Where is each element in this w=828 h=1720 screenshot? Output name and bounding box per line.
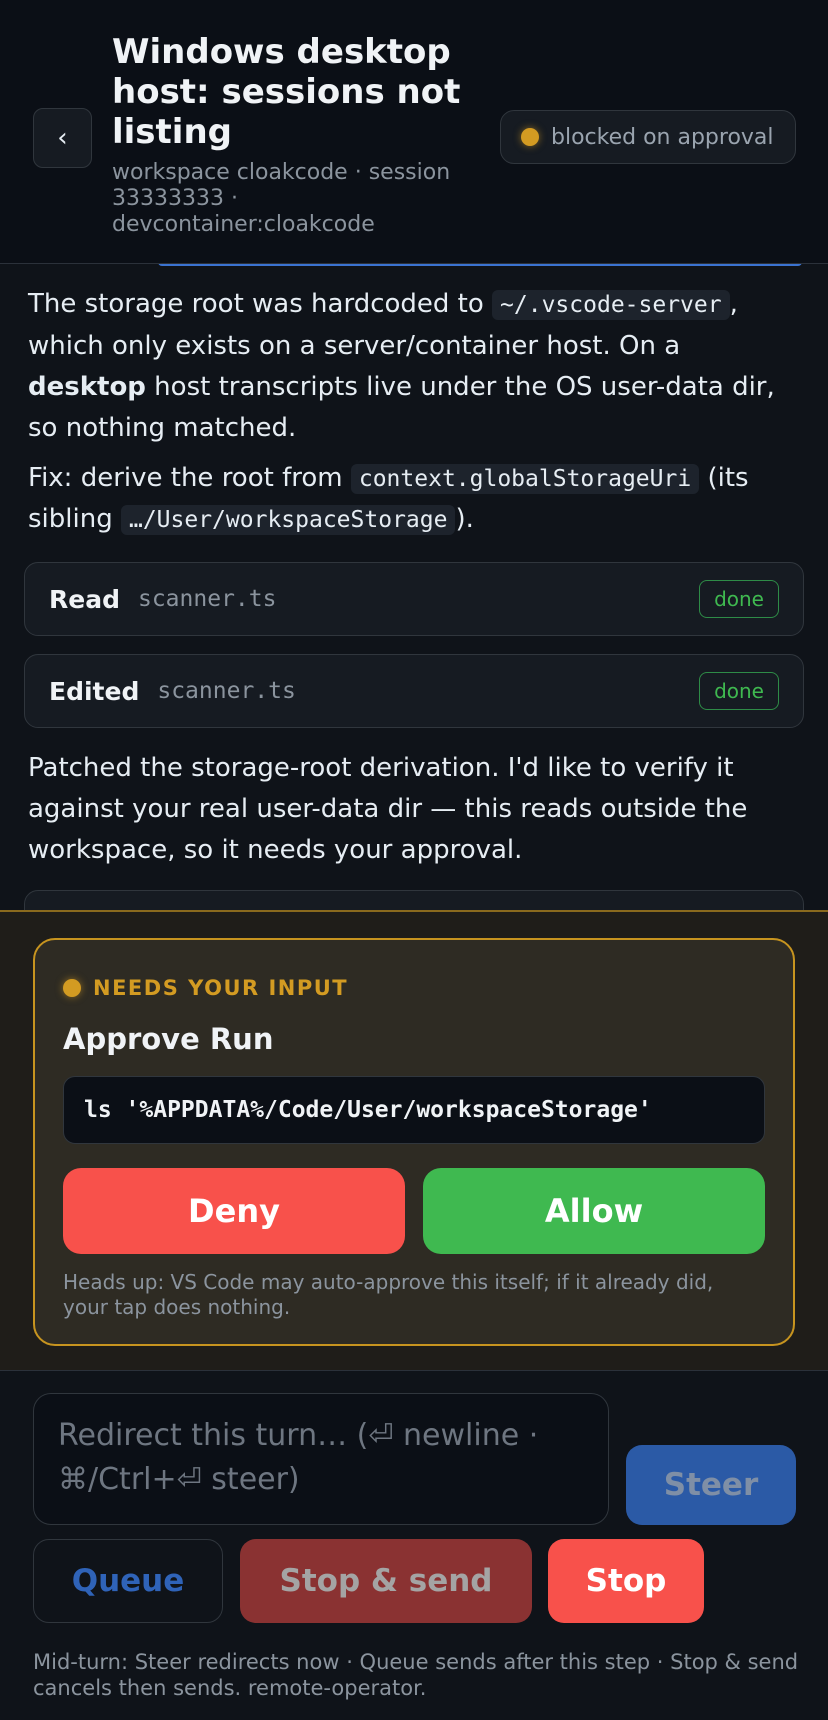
approval-region: NEEDS YOUR INPUT Approve Run ls '%APPDAT… (0, 910, 828, 1370)
needs-input-text: NEEDS YOUR INPUT (93, 976, 349, 1000)
assistant-message: Fix: derive the root from context.global… (28, 458, 800, 540)
stop-and-send-button[interactable]: Stop & send (240, 1539, 532, 1623)
message-text: Fix: derive the root from (28, 463, 351, 493)
assistant-message: Patched the storage-root derivation. I'd… (28, 753, 748, 865)
tool-call-card[interactable]: Edited scanner.ts done (24, 654, 804, 728)
status-dot-icon (521, 128, 539, 146)
previous-message-edge (158, 264, 802, 266)
deny-button[interactable]: Deny (63, 1168, 405, 1254)
approval-card: NEEDS YOUR INPUT Approve Run ls '%APPDAT… (33, 938, 795, 1346)
tool-verb: Read (49, 584, 120, 614)
queue-button[interactable]: Queue (33, 1539, 223, 1623)
status-dot-icon (63, 979, 81, 997)
message-text: ). (455, 504, 474, 534)
composer: Redirect this turn… (⏎ newline · ⌘/Ctrl+… (0, 1370, 828, 1720)
message-text: The storage root was hardcoded to (28, 289, 493, 319)
tool-file: scanner.ts (157, 678, 296, 704)
steer-input[interactable]: Redirect this turn… (⏎ newline · ⌘/Ctrl+… (33, 1393, 609, 1525)
chevron-left-icon: ‹ (57, 123, 68, 153)
approval-note: Heads up: VS Code may auto-approve this … (63, 1270, 714, 1319)
tool-verb: Edited (49, 676, 140, 706)
session-subtitle: workspace cloakcode · session 33333333 ·… (112, 160, 451, 237)
assistant-message: The storage root was hardcoded to ~/.vsc… (28, 284, 800, 449)
inline-code: …/User/workspaceStorage (120, 505, 456, 535)
status-badge: done (699, 580, 779, 618)
back-button[interactable]: ‹ (33, 108, 92, 168)
status-badge: done (699, 672, 779, 710)
needs-input-label: NEEDS YOUR INPUT (63, 976, 348, 1000)
steer-button[interactable]: Steer (626, 1445, 796, 1525)
tool-call-card[interactable]: Read scanner.ts done (24, 562, 804, 636)
stop-button[interactable]: Stop (548, 1539, 704, 1623)
allow-button[interactable]: Allow (423, 1168, 765, 1254)
status-label: blocked on approval (551, 124, 774, 150)
tool-call-card[interactable] (24, 890, 804, 910)
inline-code: ~/.vscode-server (492, 290, 730, 320)
session-header: ‹ Windows desktop host: sessions not lis… (0, 0, 828, 264)
bold-text: desktop (28, 372, 146, 402)
inline-code: context.globalStorageUri (350, 464, 700, 494)
transcript[interactable]: The storage root was hardcoded to ~/.vsc… (0, 264, 828, 910)
page-title: Windows desktop host: sessions not listi… (112, 32, 461, 152)
approval-title: Approve Run (63, 1022, 274, 1056)
command-preview: ls '%APPDATA%/Code/User/workspaceStorage… (63, 1076, 765, 1144)
composer-hint: Mid-turn: Steer redirects now · Queue se… (33, 1650, 799, 1700)
tool-file: scanner.ts (137, 586, 277, 612)
status-badge: blocked on approval (500, 110, 796, 164)
